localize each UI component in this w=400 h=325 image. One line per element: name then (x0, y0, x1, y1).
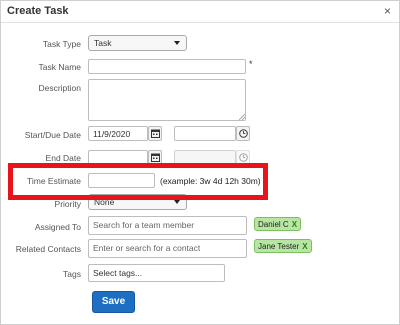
task-type-select[interactable]: Task (88, 35, 187, 51)
dialog-titlebar: Create Task × (1, 1, 399, 23)
create-task-dialog: Create Task × Task Type Task Task Name *… (0, 0, 400, 325)
assignee-tag: Daniel CX (254, 217, 302, 231)
chevron-down-icon (174, 200, 180, 204)
start-date-input[interactable]: 11/9/2020 (88, 126, 148, 141)
start-due-date-label: Start/Due Date (24, 130, 81, 140)
chevron-down-icon (174, 41, 180, 45)
tags-label: Tags (63, 269, 81, 279)
related-contacts-input[interactable]: Enter or search for a contact (88, 239, 247, 258)
end-date-label: End Date (45, 153, 81, 163)
time-estimate-highlight (8, 163, 268, 200)
dialog-title: Create Task (7, 5, 69, 17)
assigned-to-label: Assigned To (34, 222, 81, 232)
tags-select[interactable]: Select tags... (88, 264, 225, 282)
start-time-input[interactable] (174, 126, 236, 141)
task-name-label: Task Name (38, 62, 81, 72)
task-type-value: Task (94, 38, 112, 48)
resize-handle-icon[interactable] (239, 114, 245, 120)
contact-tag: Jane Tester X (254, 239, 312, 253)
task-type-label: Task Type (42, 39, 81, 49)
contact-tag-label: Jane Tester (258, 242, 300, 251)
assignee-tag-label: Daniel C (258, 220, 289, 229)
required-marker: * (249, 59, 253, 69)
remove-tag-icon[interactable]: X (302, 242, 307, 251)
close-icon[interactable]: × (384, 4, 391, 18)
calendar-icon[interactable] (148, 126, 162, 141)
save-button[interactable]: Save (92, 291, 135, 313)
related-contacts-label: Related Contacts (15, 244, 81, 254)
description-textarea[interactable] (88, 79, 246, 121)
description-label: Description (38, 83, 81, 93)
task-name-input[interactable] (88, 59, 246, 74)
assigned-to-input[interactable]: Search for a team member (88, 216, 247, 235)
remove-tag-icon[interactable]: X (292, 220, 297, 229)
clock-icon[interactable] (236, 126, 250, 141)
priority-label: Priority (54, 199, 81, 209)
